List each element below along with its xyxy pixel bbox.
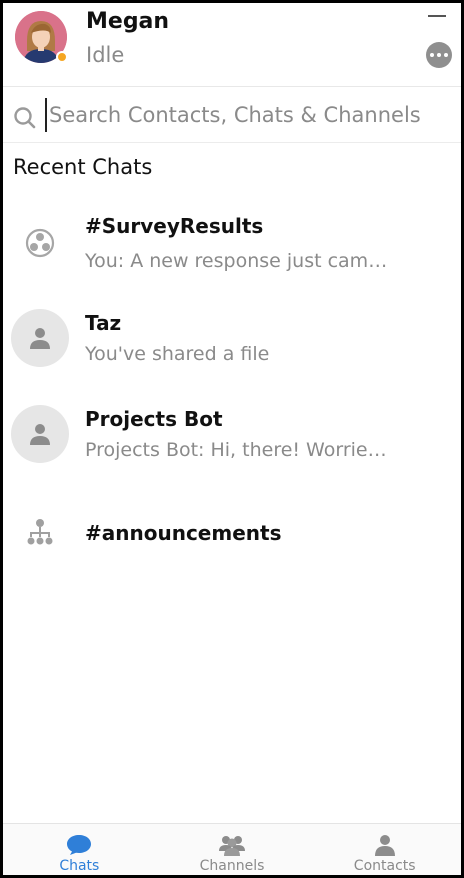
search-icon xyxy=(14,107,36,129)
minimize-icon[interactable] xyxy=(428,15,446,17)
chat-name: #announcements xyxy=(85,521,282,545)
chat-preview: Projects Bot: Hi, there! Worried about xyxy=(85,439,395,461)
chat-preview: You've shared a file xyxy=(85,343,270,365)
recent-chats-heading: Recent Chats xyxy=(13,155,153,179)
tab-label: Contacts xyxy=(353,858,416,874)
channel-icon xyxy=(11,214,69,272)
org-channel-icon xyxy=(11,503,69,561)
tab-chats[interactable]: Chats xyxy=(3,824,156,875)
chat-panel: Megan Idle Recent Chats #SurveyResults Y… xyxy=(3,3,461,875)
user-avatar[interactable] xyxy=(15,11,68,63)
person-avatar-icon xyxy=(11,309,69,367)
chat-bubble-icon xyxy=(67,835,92,855)
more-options-icon[interactable] xyxy=(426,42,452,68)
chat-list-item[interactable]: Taz You've shared a file xyxy=(3,298,461,388)
tab-label: Channels xyxy=(199,858,265,874)
group-icon xyxy=(219,836,245,856)
chat-list-item[interactable]: #announcements xyxy=(3,503,461,593)
idle-status-dot xyxy=(56,51,68,63)
tab-contacts[interactable]: Contacts xyxy=(308,824,461,875)
search-input[interactable] xyxy=(45,98,445,132)
tab-channels[interactable]: Channels xyxy=(156,824,309,875)
bottom-nav: Chats Channels Contacts xyxy=(3,823,461,875)
chat-name: Taz xyxy=(85,311,122,335)
user-status[interactable]: Idle xyxy=(86,43,124,67)
user-name: Megan xyxy=(86,9,170,34)
chat-preview: You: A new response just came in xyxy=(85,250,395,272)
chat-list-item[interactable]: #SurveyResults You: A new response just … xyxy=(3,198,461,288)
tab-label: Chats xyxy=(59,858,100,874)
user-header: Megan Idle xyxy=(3,3,461,87)
chat-name: Projects Bot xyxy=(85,407,223,431)
person-icon xyxy=(374,835,395,856)
chat-name: #SurveyResults xyxy=(85,214,264,238)
search-bar xyxy=(3,88,461,143)
person-avatar-icon xyxy=(11,405,69,463)
chat-list-item[interactable]: Projects Bot Projects Bot: Hi, there! Wo… xyxy=(3,394,461,484)
